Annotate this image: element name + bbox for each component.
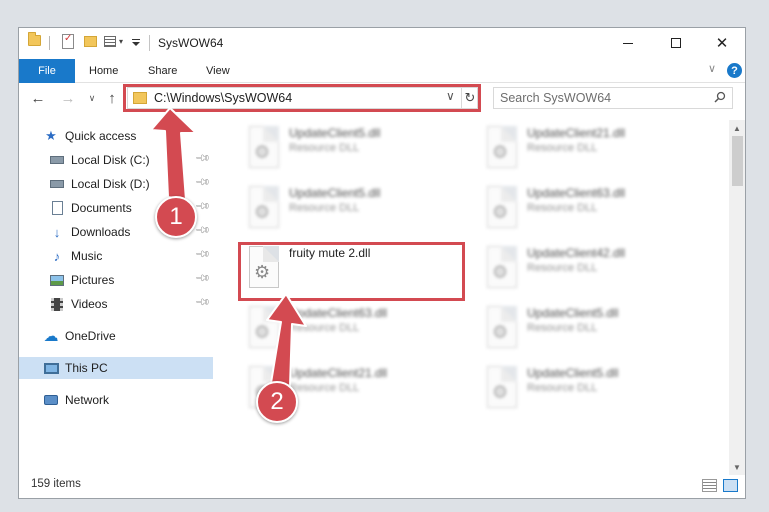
step-2-badge: 2 — [256, 381, 298, 423]
annotation-arrows — [150, 107, 307, 387]
arrow-1-icon — [150, 107, 197, 201]
arrow-2-icon — [266, 293, 307, 387]
step-1-badge: 1 — [155, 196, 197, 238]
